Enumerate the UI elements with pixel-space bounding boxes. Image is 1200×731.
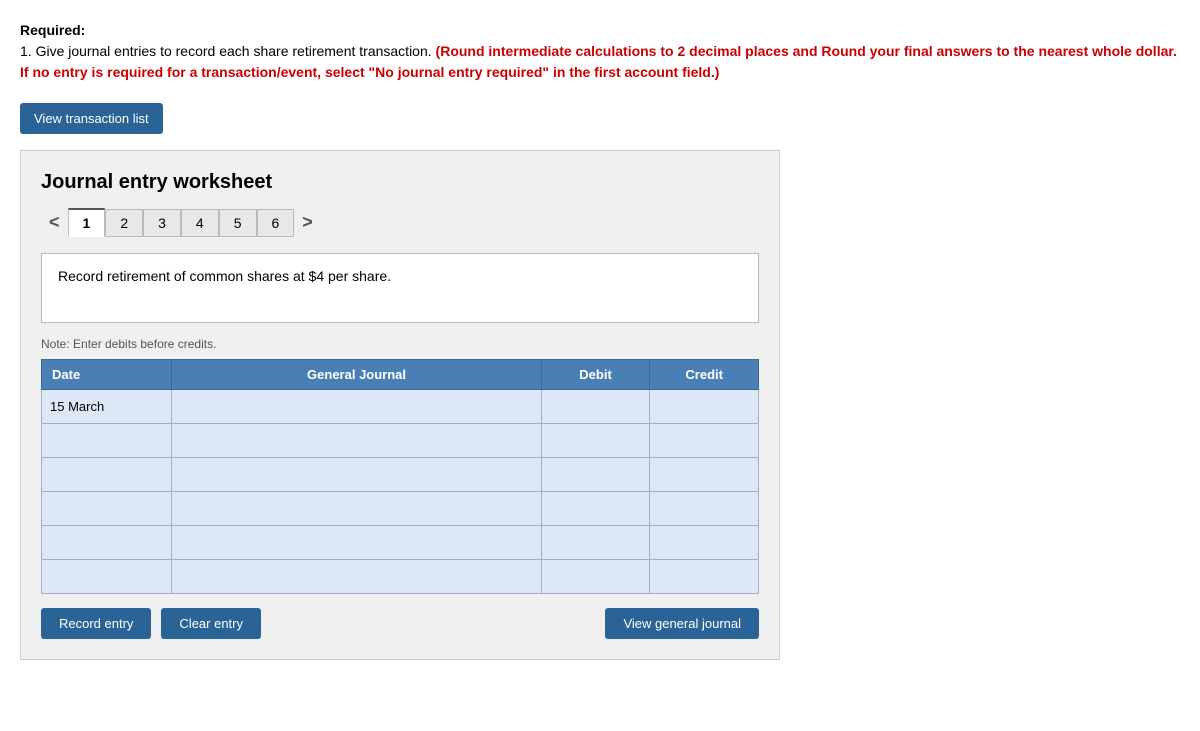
table-row	[42, 526, 759, 560]
date-cell-2	[42, 424, 172, 458]
header-general-journal: General Journal	[172, 360, 541, 390]
credit-input-5[interactable]	[650, 526, 758, 559]
journal-cell-6[interactable]	[172, 560, 541, 594]
view-general-journal-button[interactable]: View general journal	[605, 608, 759, 639]
journal-cell-2[interactable]	[172, 424, 541, 458]
table-row	[42, 458, 759, 492]
buttons-row: Record entry Clear entry View general jo…	[41, 608, 759, 639]
record-entry-button[interactable]: Record entry	[41, 608, 151, 639]
debit-input-3[interactable]	[542, 458, 650, 491]
journal-cell-1[interactable]	[172, 390, 541, 424]
header-date: Date	[42, 360, 172, 390]
tab-4[interactable]: 4	[181, 209, 219, 237]
debit-cell-2[interactable]	[541, 424, 650, 458]
view-transaction-button[interactable]: View transaction list	[20, 103, 163, 134]
journal-input-5[interactable]	[172, 526, 540, 559]
debit-cell-4[interactable]	[541, 492, 650, 526]
credit-cell-1[interactable]	[650, 390, 759, 424]
credit-cell-4[interactable]	[650, 492, 759, 526]
credit-cell-2[interactable]	[650, 424, 759, 458]
note-text: Note: Enter debits before credits.	[41, 337, 759, 351]
credit-input-6[interactable]	[650, 560, 758, 593]
table-row	[42, 492, 759, 526]
journal-input-4[interactable]	[172, 492, 540, 525]
journal-cell-3[interactable]	[172, 458, 541, 492]
tab-5[interactable]: 5	[219, 209, 257, 237]
credit-input-2[interactable]	[650, 424, 758, 457]
tab-3[interactable]: 3	[143, 209, 181, 237]
date-cell-4	[42, 492, 172, 526]
debit-cell-1[interactable]	[541, 390, 650, 424]
tabs-row: < 1 2 3 4 5 6 >	[41, 208, 759, 237]
date-cell-1: 15 March	[42, 390, 172, 424]
tab-6[interactable]: 6	[257, 209, 295, 237]
tab-next-button[interactable]: >	[294, 208, 321, 237]
debit-input-5[interactable]	[542, 526, 650, 559]
header-debit: Debit	[541, 360, 650, 390]
debit-cell-5[interactable]	[541, 526, 650, 560]
journal-input-1[interactable]	[172, 390, 540, 423]
date-cell-6	[42, 560, 172, 594]
debit-cell-6[interactable]	[541, 560, 650, 594]
tab-2[interactable]: 2	[105, 209, 143, 237]
required-label: Required:	[20, 20, 1180, 41]
journal-cell-4[interactable]	[172, 492, 541, 526]
journal-cell-5[interactable]	[172, 526, 541, 560]
journal-input-6[interactable]	[172, 560, 540, 593]
table-row: 15 March	[42, 390, 759, 424]
worksheet-title: Journal entry worksheet	[41, 171, 759, 194]
table-row	[42, 424, 759, 458]
description-text: Record retirement of common shares at $4…	[58, 268, 391, 284]
date-cell-5	[42, 526, 172, 560]
credit-input-4[interactable]	[650, 492, 758, 525]
worksheet-container: Journal entry worksheet < 1 2 3 4 5 6 > …	[20, 150, 780, 660]
credit-input-3[interactable]	[650, 458, 758, 491]
credit-input-1[interactable]	[650, 390, 758, 423]
date-cell-3	[42, 458, 172, 492]
debit-input-1[interactable]	[542, 390, 650, 423]
debit-input-4[interactable]	[542, 492, 650, 525]
credit-cell-5[interactable]	[650, 526, 759, 560]
clear-entry-button[interactable]: Clear entry	[161, 608, 261, 639]
journal-table: Date General Journal Debit Credit 15 Mar…	[41, 359, 759, 594]
tab-prev-button[interactable]: <	[41, 208, 68, 237]
journal-input-2[interactable]	[172, 424, 540, 457]
instruction-text: 1. Give journal entries to record each s…	[20, 41, 1180, 83]
journal-input-3[interactable]	[172, 458, 540, 491]
table-row	[42, 560, 759, 594]
description-box: Record retirement of common shares at $4…	[41, 253, 759, 323]
instruction-plain: 1. Give journal entries to record each s…	[20, 43, 432, 59]
debit-input-6[interactable]	[542, 560, 650, 593]
credit-cell-3[interactable]	[650, 458, 759, 492]
debit-input-2[interactable]	[542, 424, 650, 457]
tab-1[interactable]: 1	[68, 208, 106, 237]
header-credit: Credit	[650, 360, 759, 390]
required-section: Required: 1. Give journal entries to rec…	[20, 20, 1180, 83]
credit-cell-6[interactable]	[650, 560, 759, 594]
debit-cell-3[interactable]	[541, 458, 650, 492]
